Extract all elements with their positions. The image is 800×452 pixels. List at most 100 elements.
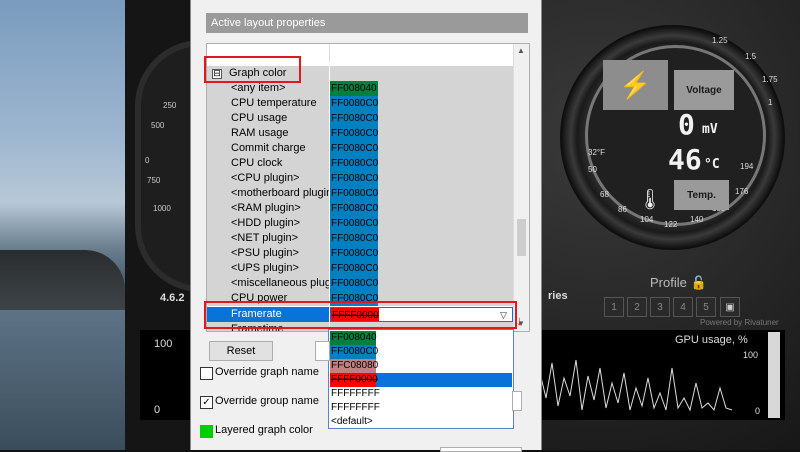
- property-value[interactable]: FF0080C0: [330, 276, 513, 291]
- graph-max: 100: [154, 338, 173, 350]
- temp-label: Temp.: [674, 180, 729, 210]
- override-graph-name-label: Override graph name: [215, 366, 319, 378]
- save-profile-icon[interactable]: ▣: [720, 297, 740, 317]
- desktop-wallpaper: [0, 0, 125, 450]
- graph-min: 0: [154, 404, 161, 416]
- property-value[interactable]: FF0080C0: [330, 96, 513, 111]
- property-value[interactable]: FF0080C0: [330, 156, 513, 171]
- wallpaper-sea: [0, 310, 125, 450]
- gauge-tick: 750: [147, 176, 161, 185]
- powered-by-label: Powered by Rivatuner: [700, 318, 779, 327]
- gauge-tick: 1.25: [712, 36, 728, 45]
- property-name: <UPS plugin>: [207, 261, 329, 276]
- layered-graph-color-swatch[interactable]: [200, 425, 213, 438]
- property-value[interactable]: FF0080C0: [330, 201, 513, 216]
- dropdown-option[interactable]: FFFFFFFF: [330, 387, 512, 401]
- thermometer-icon: 🌡: [637, 188, 663, 211]
- gauge-tick: 86: [618, 205, 627, 214]
- layered-graph-color-label: Layered graph color: [215, 424, 313, 436]
- gauge-tick: 68: [600, 190, 609, 199]
- section-header: Active layout properties: [206, 13, 528, 33]
- gauge-tick: 1.75: [762, 75, 778, 84]
- highlight-box-framerate: [204, 301, 517, 329]
- option-swatch: FFFF0000: [330, 373, 378, 387]
- dropdown-option[interactable]: <default>: [330, 415, 512, 429]
- override-graph-name-checkbox[interactable]: [200, 367, 213, 380]
- lock-icon[interactable]: 🔓: [690, 275, 706, 290]
- profile-button-5[interactable]: 5: [696, 297, 716, 317]
- color-dropdown-list[interactable]: FF008040 FF0080C0 FFC08080 FFFF0000 FFFFFFFF…: [328, 329, 514, 429]
- property-row[interactable]: <any item> FF008040: [207, 81, 513, 96]
- property-name: <NET plugin>: [207, 231, 329, 246]
- profile-button-4[interactable]: 4: [673, 297, 693, 317]
- grid-scrollbar[interactable]: ▲ ▼: [513, 44, 529, 331]
- profile-button-1[interactable]: 1: [604, 297, 624, 317]
- property-row[interactable]: RAM usage FF0080C0: [207, 126, 513, 141]
- scroll-up-icon[interactable]: ▲: [517, 46, 525, 55]
- property-value[interactable]: FF0080C0: [330, 126, 513, 141]
- property-name: <CPU plugin>: [207, 171, 329, 186]
- color-swatch: FF0080C0: [330, 201, 378, 216]
- color-swatch: FF0080C0: [330, 111, 378, 126]
- property-row[interactable]: <CPU plugin> FF0080C0: [207, 171, 513, 186]
- scroll-thumb[interactable]: [517, 219, 526, 256]
- color-swatch: FF0080C0: [330, 156, 378, 171]
- dropdown-option[interactable]: FFFF0000: [330, 373, 512, 387]
- option-swatch: <default>: [331, 416, 373, 427]
- profile-button-2[interactable]: 2: [627, 297, 647, 317]
- property-row[interactable]: CPU usage FF0080C0: [207, 111, 513, 126]
- property-name: RAM usage: [207, 126, 329, 141]
- dropdown-option[interactable]: FF0080C0: [330, 345, 512, 359]
- gauge-tick: 0: [145, 156, 150, 165]
- property-value[interactable]: FF0080C0: [330, 141, 513, 156]
- property-value[interactable]: FF0080C0: [330, 261, 513, 276]
- dropdown-option[interactable]: FFC08080: [330, 359, 512, 373]
- property-value[interactable]: FF0080C0: [330, 171, 513, 186]
- property-value[interactable]: FF0080C0: [330, 231, 513, 246]
- profile-button-3[interactable]: 3: [650, 297, 670, 317]
- voltage-unit: mV: [702, 122, 718, 137]
- property-row[interactable]: <motherboard plugin> FF0080C0: [207, 186, 513, 201]
- group-name-field[interactable]: [512, 391, 522, 411]
- color-swatch: FF0080C0: [330, 141, 378, 156]
- property-row[interactable]: <NET plugin> FF0080C0: [207, 231, 513, 246]
- property-row[interactable]: <HDD plugin> FF0080C0: [207, 216, 513, 231]
- property-grid: ⊟ Graph color <any item> FF008040 CPU temp…: [206, 43, 530, 332]
- property-row[interactable]: <PSU plugin> FF0080C0: [207, 246, 513, 261]
- gauge-tick: 500: [151, 121, 165, 130]
- dropdown-option[interactable]: FF008040: [330, 331, 512, 345]
- property-row[interactable]: <UPS plugin> FF0080C0: [207, 261, 513, 276]
- color-field[interactable]: [315, 341, 330, 361]
- property-row[interactable]: Commit charge FF0080C0: [207, 141, 513, 156]
- property-row[interactable]: CPU clock FF0080C0: [207, 156, 513, 171]
- graph-scrollbar[interactable]: [768, 332, 780, 418]
- property-row[interactable]: <miscellaneous plugin>FF0080C0: [207, 276, 513, 291]
- wallpaper-rock: [0, 250, 125, 310]
- color-swatch: FF0080C0: [330, 276, 378, 291]
- option-swatch: FFFFFFFF: [330, 387, 380, 401]
- property-row[interactable]: CPU temperature FF0080C0: [207, 96, 513, 111]
- fan-section-label: ries: [548, 290, 568, 302]
- dropdown-option[interactable]: FFFFFFFF: [330, 401, 512, 415]
- property-name: CPU temperature: [207, 96, 329, 111]
- property-value[interactable]: FF0080C0: [330, 246, 513, 261]
- property-name: <miscellaneous plugin>: [207, 276, 329, 291]
- property-value[interactable]: FF0080C0: [330, 216, 513, 231]
- property-value[interactable]: FF008040: [330, 81, 513, 96]
- property-value[interactable]: FF0080C0: [330, 186, 513, 201]
- gauge-tick: 176: [735, 187, 749, 196]
- gauge-tick: 140: [690, 215, 704, 224]
- graph-trace: [510, 357, 733, 412]
- property-name: <motherboard plugin>: [207, 186, 329, 201]
- highlight-box-graph-color: [204, 56, 301, 83]
- property-name: <RAM plugin>: [207, 201, 329, 216]
- property-name: <any item>: [207, 81, 329, 96]
- option-swatch: FFFFFFFF: [330, 401, 380, 415]
- property-row[interactable]: <RAM plugin> FF0080C0: [207, 201, 513, 216]
- reset-button[interactable]: Reset: [209, 341, 273, 361]
- override-group-name-checkbox[interactable]: ✓: [200, 396, 213, 409]
- property-name: <PSU plugin>: [207, 246, 329, 261]
- property-value[interactable]: FF0080C0: [330, 111, 513, 126]
- voltage-value: 0: [678, 108, 695, 141]
- profile-text: Profile: [650, 275, 687, 290]
